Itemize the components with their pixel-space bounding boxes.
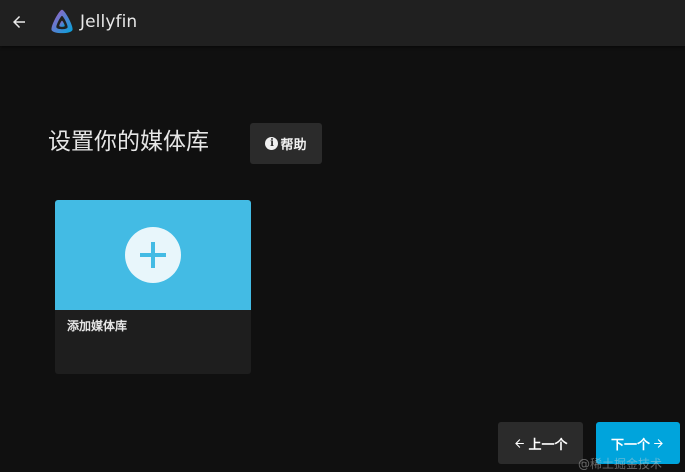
app-logo[interactable]: Jellyfin bbox=[48, 8, 137, 36]
arrow-right-icon bbox=[654, 438, 663, 448]
add-library-card[interactable]: 添加媒体库 bbox=[55, 200, 251, 374]
page-title: 设置你的媒体库 bbox=[48, 129, 209, 155]
wizard-page: Jellyfin 设置你的媒体库 i 帮助 添加媒体库 上一个 下一个 @稀土掘 bbox=[0, 0, 685, 472]
previous-button[interactable]: 上一个 bbox=[498, 422, 583, 464]
add-library-label: 添加媒体库 bbox=[67, 319, 128, 333]
arrow-left-icon bbox=[515, 438, 525, 448]
plus-button-circle bbox=[125, 227, 181, 283]
jellyfin-logo-icon bbox=[51, 9, 73, 34]
app-name: Jellyfin bbox=[80, 12, 138, 32]
info-icon: i bbox=[265, 137, 279, 150]
watermark-text: @稀土掘金技术 bbox=[578, 457, 663, 471]
back-button[interactable] bbox=[6, 8, 32, 36]
help-button-label: 帮助 bbox=[280, 138, 307, 153]
next-button-label: 下一个 bbox=[610, 437, 650, 453]
arrow-left-icon bbox=[13, 16, 25, 28]
top-header-bar: Jellyfin bbox=[0, 0, 685, 46]
previous-button-label: 上一个 bbox=[528, 437, 568, 453]
plus-icon bbox=[140, 242, 166, 268]
help-button[interactable]: i 帮助 bbox=[250, 123, 322, 164]
add-library-card-image bbox=[55, 200, 251, 310]
